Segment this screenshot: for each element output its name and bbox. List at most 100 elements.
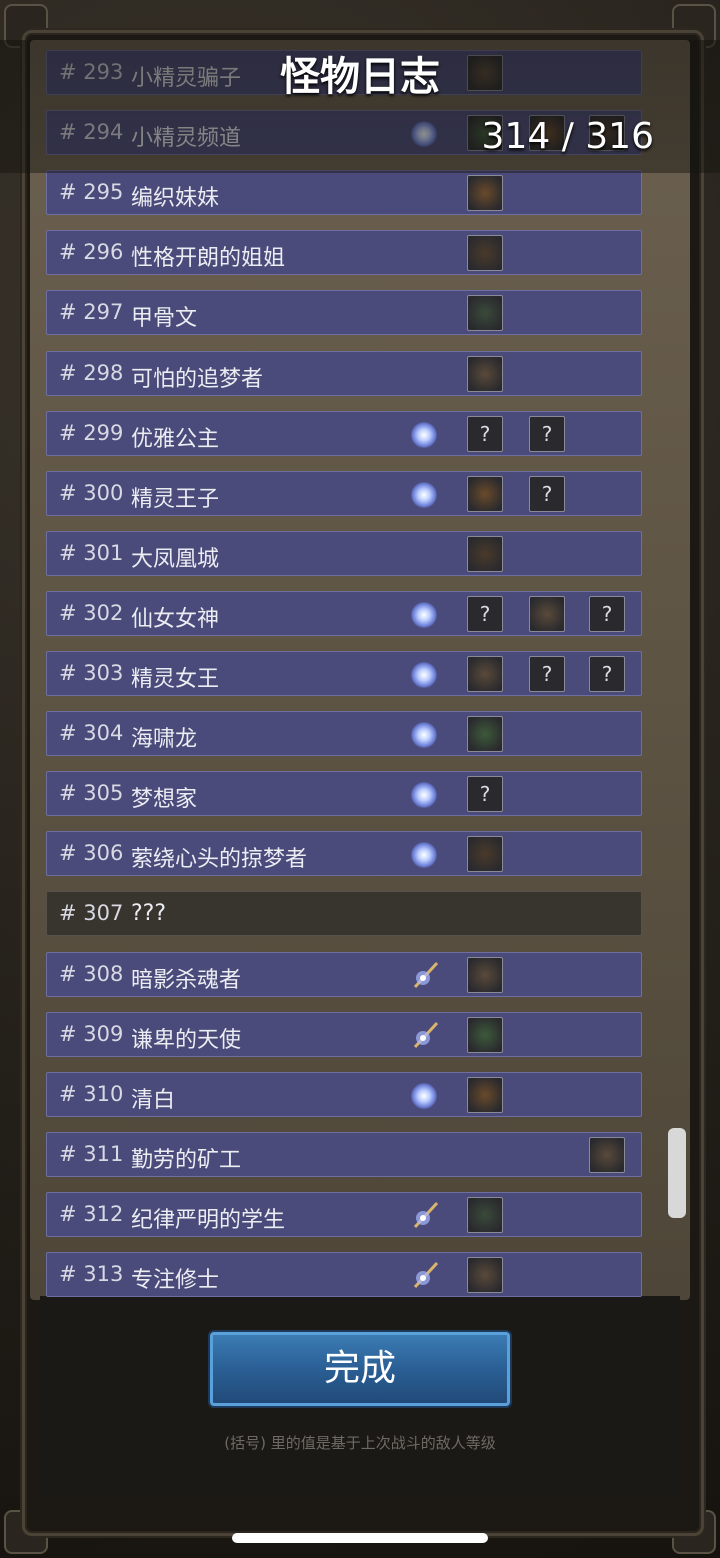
footnote-text: (括号) 里的值是基于上次战斗的敌人等级 bbox=[224, 1434, 496, 1452]
magic-orb-icon bbox=[411, 722, 437, 748]
magic-orb-icon bbox=[411, 842, 437, 868]
monster-number: # 306 bbox=[59, 841, 124, 865]
monster-number: # 310 bbox=[59, 1082, 124, 1106]
magic-orb-icon bbox=[411, 482, 437, 508]
monster-number: # 300 bbox=[59, 481, 124, 505]
loot-item-icon[interactable] bbox=[467, 476, 503, 512]
unknown-loot-slot[interactable]: ? bbox=[467, 416, 503, 452]
unknown-loot-slot[interactable]: ? bbox=[529, 476, 565, 512]
loot-item-icon[interactable] bbox=[467, 656, 503, 692]
magic-wand-icon bbox=[411, 1020, 441, 1050]
monster-name: 海啸龙 bbox=[131, 727, 198, 752]
monster-name: 编织妹妹 bbox=[131, 186, 220, 211]
monster-log-list[interactable]: # 293 小精灵骗子 # 294 小精灵频道 # 295 编织妹妹 # 296 性格开朗的姐… bbox=[0, 0, 720, 1300]
monster-number: # 309 bbox=[59, 1022, 124, 1046]
list-item[interactable]: # 299 优雅公主?? bbox=[46, 411, 642, 456]
list-item[interactable]: # 307??? bbox=[46, 891, 642, 936]
monster-name: 精灵女王 bbox=[131, 667, 220, 692]
loot-item-icon[interactable] bbox=[467, 235, 503, 271]
monster-name: 梦想家 bbox=[131, 787, 198, 812]
list-item[interactable]: # 301 大凤凰城 bbox=[46, 531, 642, 576]
monster-number: # 305 bbox=[59, 781, 124, 805]
loot-item-icon[interactable] bbox=[467, 1017, 503, 1053]
list-item[interactable]: # 309 谦卑的天使 bbox=[46, 1012, 642, 1057]
list-item[interactable]: # 310 清白 bbox=[46, 1072, 642, 1117]
list-item[interactable]: # 305 梦想家? bbox=[46, 771, 642, 816]
monster-name: 大凤凰城 bbox=[131, 547, 220, 572]
scrollbar-thumb[interactable] bbox=[668, 1128, 686, 1218]
loot-item-icon[interactable] bbox=[467, 175, 503, 211]
unknown-loot-slot[interactable]: ? bbox=[529, 416, 565, 452]
loot-item-icon[interactable] bbox=[467, 836, 503, 872]
monster-number: # 298 bbox=[59, 361, 124, 385]
magic-orb-icon bbox=[411, 662, 437, 688]
monster-number: # 304 bbox=[59, 721, 124, 745]
monster-name: 勤劳的矿工 bbox=[131, 1148, 242, 1173]
monster-name: ??? bbox=[131, 901, 167, 926]
unknown-loot-slot[interactable]: ? bbox=[589, 656, 625, 692]
monster-number: # 307 bbox=[59, 901, 124, 925]
monster-name: 暗影杀魂者 bbox=[131, 968, 242, 993]
loot-item-icon[interactable] bbox=[467, 716, 503, 752]
magic-orb-icon bbox=[411, 422, 437, 448]
list-item[interactable]: # 298 可怕的追梦者 bbox=[46, 351, 642, 396]
unknown-loot-slot[interactable]: ? bbox=[589, 596, 625, 632]
magic-orb-icon bbox=[411, 1083, 437, 1109]
done-button[interactable]: 完成 bbox=[210, 1332, 510, 1406]
loot-item-icon[interactable] bbox=[467, 356, 503, 392]
home-indicator[interactable] bbox=[232, 1533, 488, 1543]
monster-number: # 312 bbox=[59, 1202, 124, 1226]
monster-name: 清白 bbox=[131, 1088, 176, 1113]
monster-name: 纪律严明的学生 bbox=[131, 1208, 286, 1233]
monster-name: 优雅公主 bbox=[131, 427, 220, 452]
unknown-loot-slot[interactable]: ? bbox=[529, 656, 565, 692]
monster-number: # 313 bbox=[59, 1262, 124, 1286]
monster-number: # 295 bbox=[59, 180, 124, 204]
monster-number: # 296 bbox=[59, 240, 124, 264]
unknown-loot-slot[interactable]: ? bbox=[467, 596, 503, 632]
list-item[interactable]: # 308 暗影杀魂者 bbox=[46, 952, 642, 997]
loot-item-icon[interactable] bbox=[467, 1077, 503, 1113]
monster-name: 小精灵频道 bbox=[131, 126, 242, 151]
monster-name: 甲骨文 bbox=[131, 306, 198, 331]
loot-item-icon[interactable] bbox=[467, 536, 503, 572]
monster-name: 专注修士 bbox=[131, 1268, 220, 1293]
list-item[interactable]: # 296 性格开朗的姐姐 bbox=[46, 230, 642, 275]
loot-item-icon[interactable] bbox=[467, 957, 503, 993]
list-item[interactable]: # 304 海啸龙 bbox=[46, 711, 642, 756]
loot-item-icon[interactable] bbox=[467, 295, 503, 331]
monster-number: # 297 bbox=[59, 300, 124, 324]
monster-name: 性格开朗的姐姐 bbox=[131, 246, 286, 271]
monster-number: # 303 bbox=[59, 661, 124, 685]
monster-name: 萦绕心头的掠梦者 bbox=[131, 847, 308, 872]
list-item[interactable]: # 313 专注修士 bbox=[46, 1252, 642, 1297]
monster-number: # 301 bbox=[59, 541, 124, 565]
list-item[interactable]: # 295 编织妹妹 bbox=[46, 170, 642, 215]
list-item[interactable]: # 297 甲骨文 bbox=[46, 290, 642, 335]
page-title: 怪物日志 bbox=[280, 54, 440, 100]
loot-item-icon[interactable] bbox=[467, 1257, 503, 1293]
magic-orb-icon bbox=[411, 121, 437, 147]
loot-item-icon[interactable] bbox=[467, 1197, 503, 1233]
list-item[interactable]: # 302 仙女女神?? bbox=[46, 591, 642, 636]
monster-name: 谦卑的天使 bbox=[131, 1028, 242, 1053]
list-item[interactable]: # 303 精灵女王?? bbox=[46, 651, 642, 696]
magic-wand-icon bbox=[411, 1260, 441, 1290]
monster-number: # 294 bbox=[59, 120, 124, 144]
magic-orb-icon bbox=[411, 602, 437, 628]
list-item[interactable]: # 311 勤劳的矿工 bbox=[46, 1132, 642, 1177]
list-item[interactable]: # 306 萦绕心头的掠梦者 bbox=[46, 831, 642, 876]
list-item[interactable]: # 300 精灵王子? bbox=[46, 471, 642, 516]
loot-item-icon[interactable] bbox=[529, 596, 565, 632]
monster-name: 精灵王子 bbox=[131, 487, 220, 512]
monster-number: # 302 bbox=[59, 601, 124, 625]
discovered-counter: 314 / 316 bbox=[481, 116, 654, 157]
unknown-loot-slot[interactable]: ? bbox=[467, 776, 503, 812]
monster-number: # 308 bbox=[59, 962, 124, 986]
monster-number: # 311 bbox=[59, 1142, 124, 1166]
magic-wand-icon bbox=[411, 960, 441, 990]
list-item[interactable]: # 312 纪律严明的学生 bbox=[46, 1192, 642, 1237]
monster-number: # 299 bbox=[59, 421, 124, 445]
monster-name: 仙女女神 bbox=[131, 607, 220, 632]
loot-item-icon[interactable] bbox=[589, 1137, 625, 1173]
